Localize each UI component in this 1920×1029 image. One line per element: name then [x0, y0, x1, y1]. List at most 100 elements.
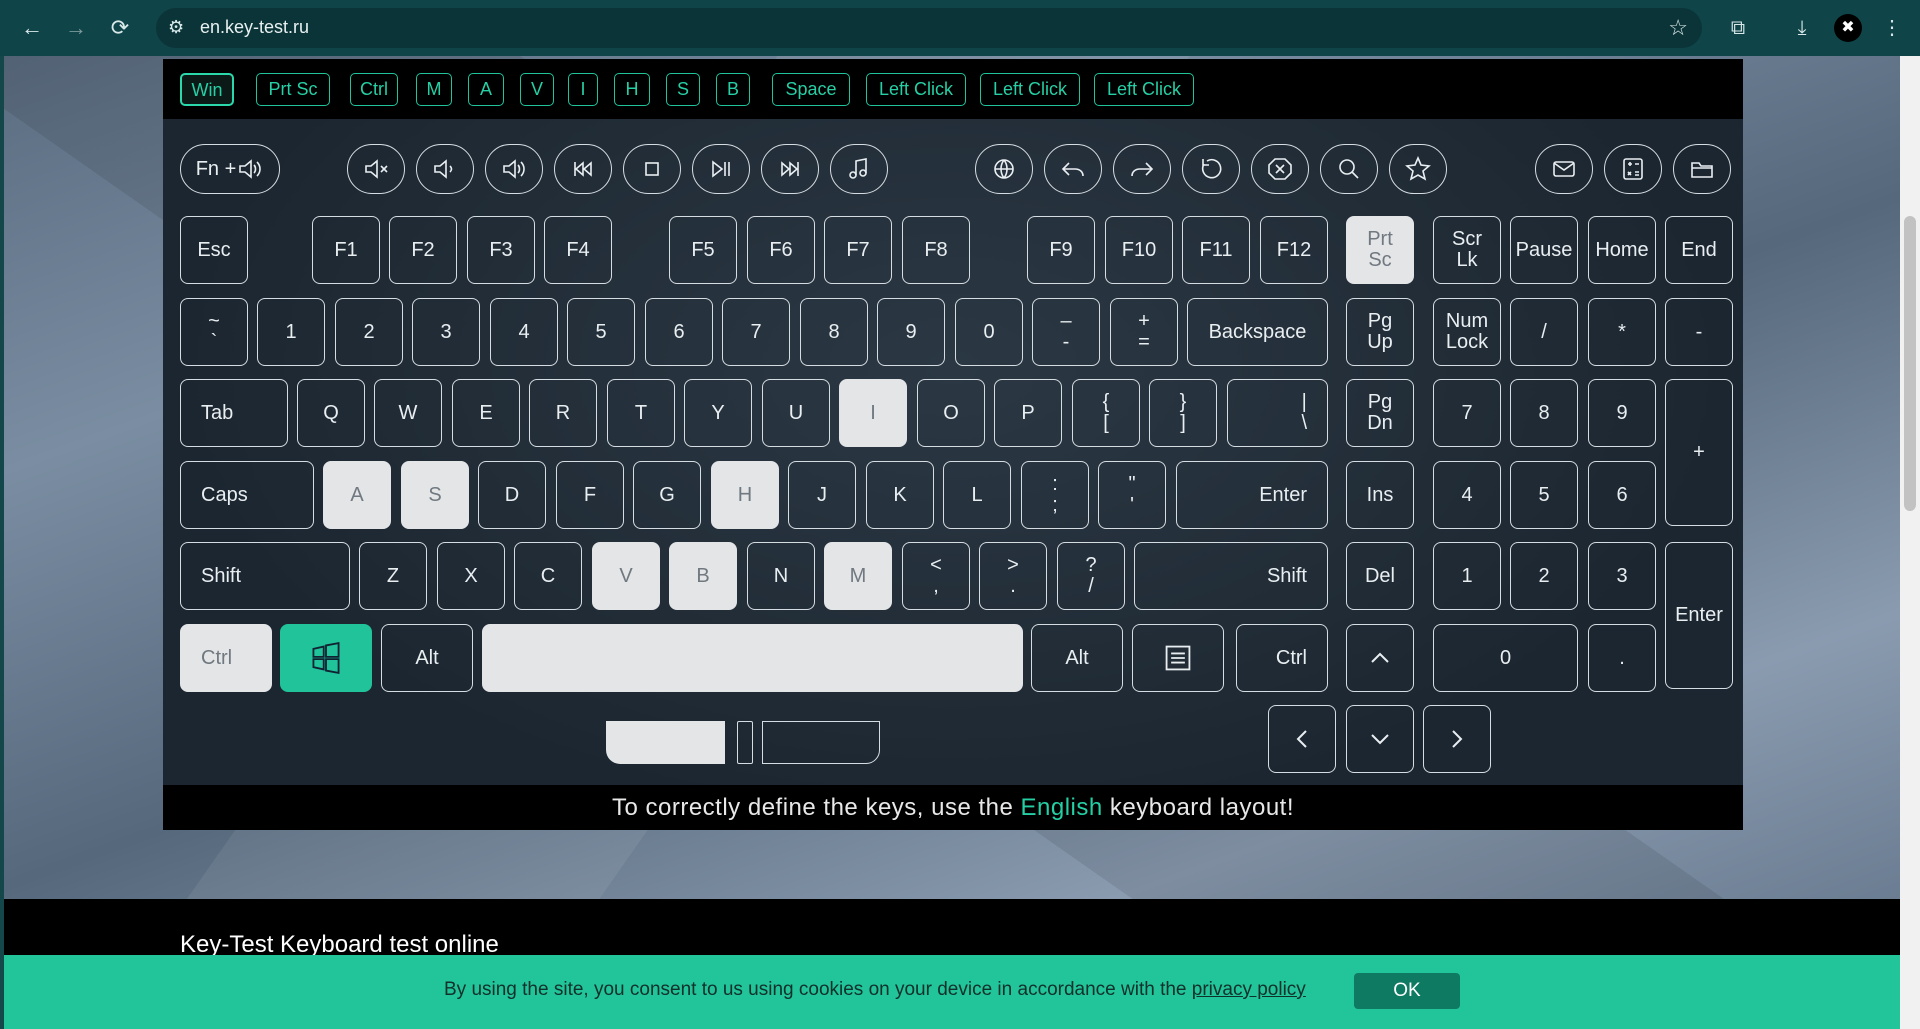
bookmark-star-icon[interactable]: ☆	[1668, 15, 1688, 41]
key-z[interactable]: Z	[359, 542, 427, 610]
volume-up-key[interactable]	[485, 144, 543, 194]
key-npmul[interactable]: *	[1588, 298, 1656, 366]
key-pause[interactable]: Pause	[1510, 216, 1578, 284]
key-m[interactable]: M	[824, 542, 892, 610]
address-bar[interactable]: ⚙ ☆	[156, 8, 1702, 48]
key-n7[interactable]: 7	[722, 298, 790, 366]
key-b[interactable]: B	[669, 542, 737, 610]
key-lbr[interactable]: { [	[1072, 379, 1140, 447]
key-menu[interactable]	[1132, 624, 1224, 692]
key-bslash[interactable]: | \	[1227, 379, 1328, 447]
key-n6[interactable]: 6	[645, 298, 713, 366]
key-f11[interactable]: F11	[1182, 216, 1250, 284]
key-u[interactable]: U	[762, 379, 830, 447]
key-s[interactable]: S	[401, 461, 469, 529]
download-icon[interactable]: ⤓	[1786, 12, 1818, 44]
refresh-key[interactable]	[1182, 144, 1240, 194]
key-np1[interactable]: 1	[1433, 542, 1501, 610]
key-r[interactable]: R	[529, 379, 597, 447]
key-enter[interactable]: Enter	[1176, 461, 1328, 529]
key-ins[interactable]: Ins	[1346, 461, 1414, 529]
favorites-key[interactable]	[1389, 144, 1447, 194]
key-f[interactable]: F	[556, 461, 624, 529]
key-scrlk[interactable]: Scr Lk	[1433, 216, 1501, 284]
profile-avatar[interactable]: ✖	[1834, 14, 1862, 42]
key-n[interactable]: N	[747, 542, 815, 610]
key-i[interactable]: I	[839, 379, 907, 447]
key-end[interactable]: End	[1665, 216, 1733, 284]
key-f6[interactable]: F6	[747, 216, 815, 284]
key-d[interactable]: D	[478, 461, 546, 529]
back-button[interactable]: ←	[14, 12, 50, 44]
key-v[interactable]: V	[592, 542, 660, 610]
key-g[interactable]: G	[633, 461, 701, 529]
my-computer-key[interactable]	[1673, 144, 1731, 194]
key-x[interactable]: X	[437, 542, 505, 610]
key-l[interactable]: L	[943, 461, 1011, 529]
key-n0[interactable]: 0	[955, 298, 1023, 366]
page-scrollbar[interactable]	[1900, 56, 1920, 1029]
key-del[interactable]: Del	[1346, 542, 1414, 610]
reload-button[interactable]: ⟳	[102, 12, 138, 44]
key-k[interactable]: K	[866, 461, 934, 529]
privacy-policy-link[interactable]: privacy policy	[1192, 979, 1306, 1000]
key-up[interactable]	[1346, 624, 1414, 692]
key-down[interactable]	[1346, 705, 1414, 773]
key-period[interactable]: > .	[979, 542, 1047, 610]
key-backspace[interactable]: Backspace	[1187, 298, 1328, 366]
key-prtsc[interactable]: Prt Sc	[1346, 216, 1414, 284]
key-n5[interactable]: 5	[567, 298, 635, 366]
key-p[interactable]: P	[994, 379, 1062, 447]
key-f3[interactable]: F3	[467, 216, 535, 284]
next-track-key[interactable]	[761, 144, 819, 194]
key-npplus[interactable]: +	[1665, 379, 1733, 526]
scrollbar-thumb[interactable]	[1904, 216, 1916, 511]
extensions-icon[interactable]: ⧉	[1722, 12, 1754, 44]
key-right[interactable]	[1423, 705, 1491, 773]
key-esc[interactable]: Esc	[180, 216, 248, 284]
key-o[interactable]: O	[917, 379, 985, 447]
search-key[interactable]	[1320, 144, 1378, 194]
key-minus[interactable]: – -	[1032, 298, 1100, 366]
stop-key[interactable]	[623, 144, 681, 194]
mail-key[interactable]	[1535, 144, 1593, 194]
key-n4[interactable]: 4	[490, 298, 558, 366]
key-np6[interactable]: 6	[1588, 461, 1656, 529]
key-f10[interactable]: F10	[1105, 216, 1173, 284]
previous-track-key[interactable]	[554, 144, 612, 194]
key-np3[interactable]: 3	[1588, 542, 1656, 610]
key-f9[interactable]: F9	[1027, 216, 1095, 284]
key-h[interactable]: H	[711, 461, 779, 529]
browser-key[interactable]	[975, 144, 1033, 194]
key-space[interactable]	[482, 624, 1023, 692]
key-np0[interactable]: 0	[1433, 624, 1578, 692]
key-f2[interactable]: F2	[389, 216, 457, 284]
fn-volume-key[interactable]: Fn +	[180, 144, 280, 194]
key-np8[interactable]: 8	[1510, 379, 1578, 447]
key-np2[interactable]: 2	[1510, 542, 1578, 610]
key-plus[interactable]: + =	[1110, 298, 1178, 366]
key-rbr[interactable]: } ]	[1149, 379, 1217, 447]
key-npdiv[interactable]: /	[1510, 298, 1578, 366]
calculator-key[interactable]	[1604, 144, 1662, 194]
key-n9[interactable]: 9	[877, 298, 945, 366]
key-quote[interactable]: " '	[1098, 461, 1166, 529]
key-slash[interactable]: ? /	[1057, 542, 1125, 610]
key-ralt[interactable]: Alt	[1031, 624, 1123, 692]
key-pgup[interactable]: Pg Up	[1346, 298, 1414, 366]
browser-stop-key[interactable]	[1251, 144, 1309, 194]
key-n2[interactable]: 2	[335, 298, 403, 366]
key-e[interactable]: E	[452, 379, 520, 447]
key-tilde[interactable]: ~ `	[180, 298, 248, 366]
play-pause-key[interactable]	[692, 144, 750, 194]
key-npdot[interactable]: .	[1588, 624, 1656, 692]
key-f4[interactable]: F4	[544, 216, 612, 284]
key-np9[interactable]: 9	[1588, 379, 1656, 447]
key-np7[interactable]: 7	[1433, 379, 1501, 447]
key-home[interactable]: Home	[1588, 216, 1656, 284]
key-npminus[interactable]: -	[1665, 298, 1733, 366]
mute-key[interactable]	[347, 144, 405, 194]
music-key[interactable]	[830, 144, 888, 194]
key-w[interactable]: W	[374, 379, 442, 447]
key-q[interactable]: Q	[297, 379, 365, 447]
